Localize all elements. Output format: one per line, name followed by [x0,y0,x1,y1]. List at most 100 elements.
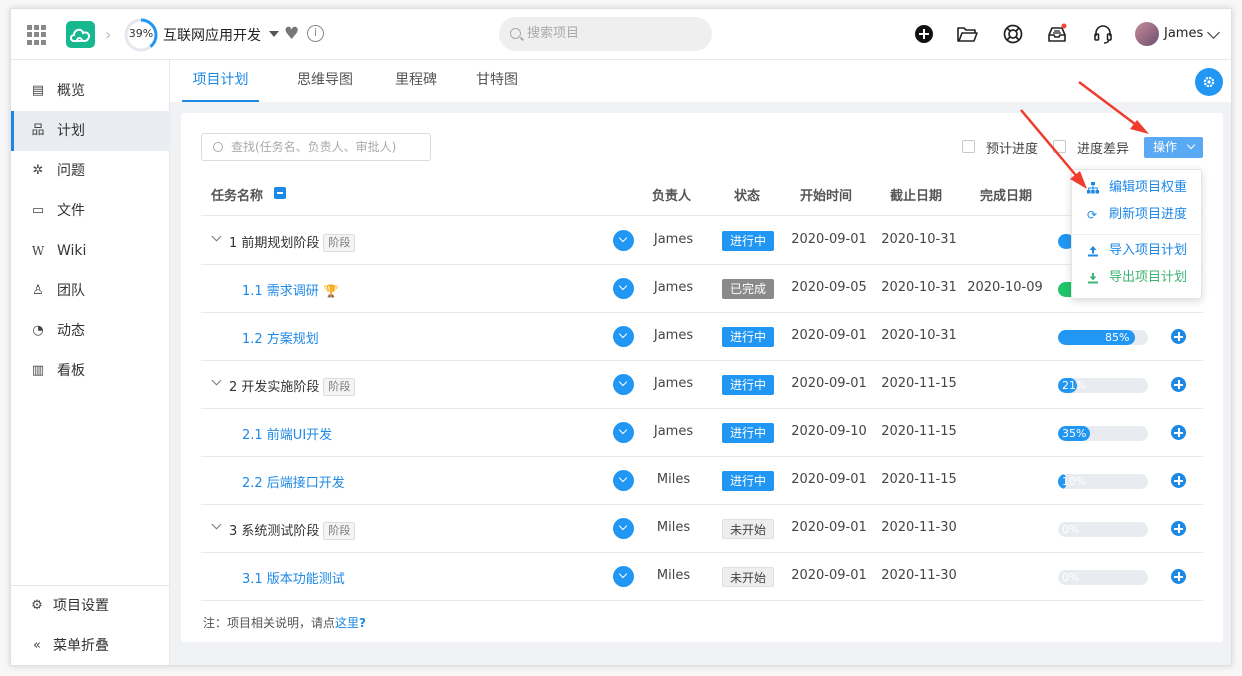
sidebar: ▤ 概览 品 计划 ✲ 问题 ▭ 文件 W Wiki ♙ 团队 ◔ 动态 ▥ 看 [11,60,170,665]
plan-settings-button[interactable] [1195,68,1223,96]
task-owner: James [653,328,694,343]
expand-chevron-icon[interactable] [211,375,222,386]
tab-project-plan[interactable]: 项目计划 [182,60,259,102]
table-row[interactable]: 1.2 方案规划 James 进行中 2020-09-01 2020-10-31 85% [201,313,1203,361]
task-name[interactable]: 1 前期规划阶段 阶段 [229,232,356,252]
stage-tag: 阶段 [323,378,356,396]
task-name[interactable]: 3.1 版本功能测试 [242,568,345,587]
task-start-date: 2020-09-01 [791,376,867,391]
help-question-icon[interactable]: ? [359,616,366,630]
collapse-all-icon[interactable] [274,187,286,199]
sidebar-item-collapse-menu[interactable]: « 菜单折叠 [11,626,170,665]
sidebar-item-activity[interactable]: ◔ 动态 [11,311,170,351]
table-row[interactable]: 3 系统测试阶段 阶段 Miles 未开始 2020-09-01 2020-11-30 0% [201,505,1203,553]
task-action-chevron-icon[interactable] [613,566,634,587]
table-row[interactable]: 1 前期规划阶段 阶段 James 进行中 2020-09-01 2020-10-31 [201,217,1203,265]
add-subtask-icon[interactable] [1171,329,1186,344]
headset-support-icon[interactable] [1092,23,1114,45]
sidebar-item-team[interactable]: ♙ 团队 [11,271,170,311]
menu-item-export-plan[interactable]: 导出项目计划 [1072,265,1203,291]
task-due-date: 2020-11-15 [881,376,957,391]
add-subtask-icon[interactable] [1171,425,1186,440]
menu-item-edit-weights[interactable]: 编辑项目权重 [1072,175,1203,201]
table-row[interactable]: 2.1 前端UI开发 James 进行中 2020-09-10 2020-11-15 35… [201,409,1203,457]
add-circle-icon[interactable] [913,23,935,45]
user-avatar[interactable] [1135,22,1159,46]
favorite-heart-icon[interactable]: ♥ [284,24,299,44]
task-name[interactable]: 1.2 方案规划 [242,328,319,347]
task-action-chevron-icon[interactable] [613,470,634,491]
search-icon [213,142,223,152]
task-action-chevron-icon[interactable] [613,326,634,347]
table-row[interactable]: 1.1 需求调研 🏆 James 已完成 2020-09-05 2020-10-31 202… [201,265,1203,313]
breadcrumb-chevron-icon: › [105,25,112,44]
project-switch-caret-icon[interactable] [269,31,279,37]
operations-label: 操作 [1153,140,1178,154]
sidebar-item-files[interactable]: ▭ 文件 [11,191,170,231]
sidebar-item-wiki[interactable]: W Wiki [11,231,170,271]
add-subtask-icon[interactable] [1171,569,1186,584]
task-name[interactable]: 2.1 前端UI开发 [242,424,332,443]
project-info-icon[interactable]: i [307,25,324,42]
menu-item-refresh-progress[interactable]: ⟳ 刷新项目进度 [1072,202,1203,228]
task-owner: Miles [656,520,691,535]
task-name[interactable]: 2.2 后端接口开发 [242,472,345,491]
expected-progress-checkbox[interactable] [962,140,975,153]
plan-note: 注：项目相关说明，请点这里? [203,614,366,631]
add-subtask-icon[interactable] [1171,377,1186,392]
expand-chevron-icon[interactable] [211,231,222,242]
note-link[interactable]: 这里 [335,616,359,630]
add-subtask-icon[interactable] [1171,521,1186,536]
team-icon: ♙ [32,283,44,298]
operations-button[interactable]: 操作 [1144,137,1203,158]
task-filter-input[interactable]: 查找(任务名、负责人、审批人) [201,133,431,161]
task-start-date: 2020-09-01 [791,328,867,343]
app-grid-icon[interactable] [27,25,47,45]
task-name[interactable]: 3 系统测试阶段 阶段 [229,520,356,540]
board-icon: ▥ [31,363,45,378]
task-start-date: 2020-09-01 [791,232,867,247]
tab-milestones[interactable]: 里程碑 [386,60,446,102]
menu-item-label: 编辑项目权重 [1109,180,1188,195]
col-status: 状态 [734,189,761,204]
col-task-name[interactable]: 任务名称 [211,185,263,204]
tab-mind-map[interactable]: 思维导图 [288,60,362,102]
task-action-chevron-icon[interactable] [613,518,634,539]
task-owner: Miles [656,568,691,583]
progress-diff-checkbox[interactable] [1053,140,1066,153]
user-name[interactable]: James [1164,26,1203,41]
task-name[interactable]: 2 开发实施阶段 阶段 [229,376,356,396]
table-row[interactable]: 2 开发实施阶段 阶段 James 进行中 2020-09-01 2020-11-15 21… [201,361,1203,409]
user-menu-chevron-icon[interactable] [1207,26,1220,39]
folder-icon: ▭ [31,203,45,218]
add-subtask-icon[interactable] [1171,473,1186,488]
table-row[interactable]: 3.1 版本功能测试 Miles 未开始 2020-09-01 2020-11-30 0% [201,553,1203,601]
hierarchy-icon [1087,182,1099,194]
task-action-chevron-icon[interactable] [613,422,634,443]
inbox-notification-icon[interactable] [1046,23,1068,45]
tab-gantt[interactable]: 甘特图 [473,60,521,102]
col-done-date: 完成日期 [980,189,1033,204]
sidebar-item-plan[interactable]: 品 计划 [11,111,170,151]
sidebar-item-overview[interactable]: ▤ 概览 [11,71,170,111]
task-due-date: 2020-11-30 [881,520,957,535]
sidebar-item-project-settings[interactable]: ⚙ 项目设置 [11,586,170,626]
task-action-chevron-icon[interactable] [613,278,634,299]
folder-open-icon[interactable] [956,23,978,45]
task-action-chevron-icon[interactable] [613,374,634,395]
project-search-input[interactable]: 搜索项目 [499,17,712,51]
filter-placeholder: 查找(任务名、负责人、审批人) [231,140,397,154]
status-badge: 未开始 [722,519,774,539]
task-action-chevron-icon[interactable] [613,230,634,251]
menu-item-import-plan[interactable]: 导入项目计划 [1072,238,1203,264]
project-name[interactable]: 互联网应用开发 [163,25,261,45]
status-badge: 未开始 [722,567,774,587]
bug-icon: ✲ [32,163,44,178]
sidebar-item-issues[interactable]: ✲ 问题 [11,151,170,191]
help-lifebuoy-icon[interactable] [1002,23,1024,45]
expand-chevron-icon[interactable] [211,519,222,530]
table-row[interactable]: 2.2 后端接口开发 Miles 进行中 2020-09-01 2020-11-15 10… [201,457,1203,505]
task-name[interactable]: 1.1 需求调研 🏆 [242,280,339,299]
sidebar-item-board[interactable]: ▥ 看板 [11,351,170,391]
app-logo[interactable] [66,21,95,48]
